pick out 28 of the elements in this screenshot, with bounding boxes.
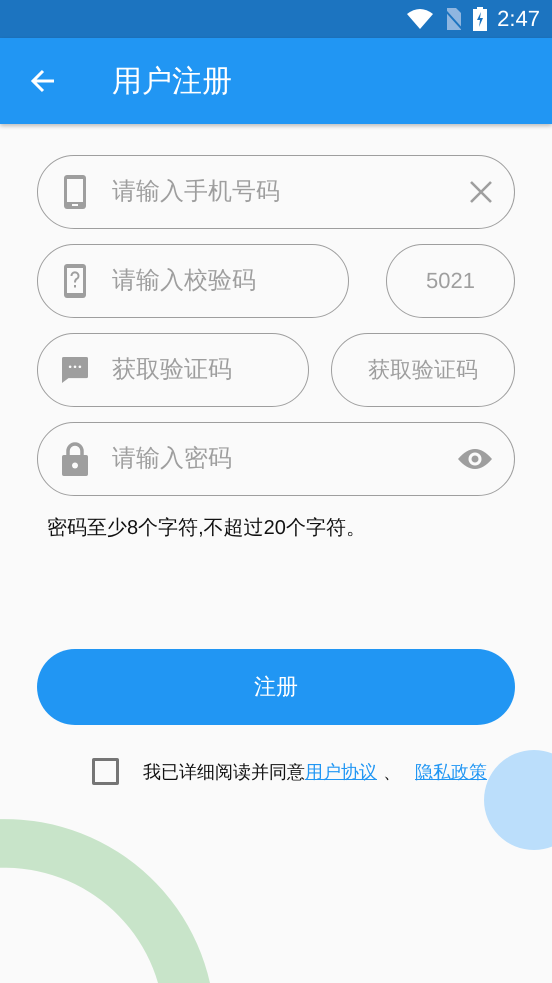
get-code-button[interactable]: 获取验证码 [331, 333, 515, 407]
clear-button[interactable] [470, 181, 492, 203]
captcha-field[interactable]: 请输入校验码 [37, 244, 349, 318]
privacy-policy-link[interactable]: 隐私政策 [415, 760, 487, 784]
text-input[interactable]: 请输入密码 [112, 445, 458, 473]
page-title: 用户注册 [112, 64, 232, 100]
show-password-button[interactable] [458, 447, 492, 471]
agree-checkbox[interactable] [92, 758, 119, 785]
lock-icon [62, 442, 88, 476]
text-input[interactable]: 请输入校验码 [112, 267, 324, 295]
phone-icon [64, 175, 86, 209]
separator: 、 [383, 760, 401, 784]
captcha-image[interactable]: 5021 [386, 244, 515, 318]
phone-question-icon [64, 264, 86, 298]
back-button[interactable] [30, 68, 56, 94]
password-field[interactable]: 请输入密码 [37, 422, 515, 496]
text-input[interactable]: 获取验证码 [112, 356, 284, 384]
message-icon [62, 354, 88, 386]
agreement-text: 我已详细阅读并同意 [143, 760, 305, 784]
user-agreement-link[interactable]: 用户协议 [305, 760, 377, 784]
sms-code-field[interactable]: 获取验证码 [37, 333, 309, 407]
password-hint: 密码至少8个字符,不超过20个字符。 [47, 516, 367, 541]
text-input[interactable]: 请输入手机号码 [112, 178, 470, 206]
wifi-icon [407, 9, 434, 29]
clock: 2:47 [497, 6, 540, 32]
register-button[interactable]: 注册 [37, 649, 515, 725]
phone-field[interactable]: 请输入手机号码 [37, 155, 515, 229]
battery-charging-icon [473, 7, 488, 31]
